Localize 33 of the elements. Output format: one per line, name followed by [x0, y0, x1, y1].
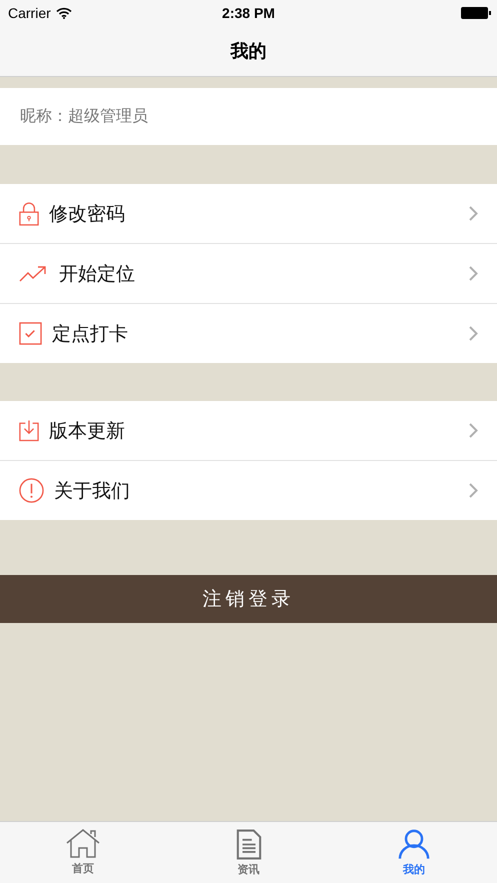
exclamation-icon: [19, 478, 44, 503]
tab-item[interactable]: 我的: [331, 822, 497, 883]
home-icon: [66, 829, 100, 859]
chevron-icon: [469, 266, 478, 281]
chevron-icon: [469, 423, 478, 438]
menu-row[interactable]: 修改密码: [0, 184, 497, 243]
menu-row[interactable]: 定点打卡: [0, 303, 497, 363]
battery-icon: [461, 6, 491, 18]
status-time: 2:38 PM: [221, 4, 276, 20]
download-icon: [19, 419, 39, 442]
chevron-icon: [469, 483, 478, 498]
menu-row[interactable]: 开始定位: [0, 243, 497, 303]
menu-label: 开始定位: [59, 262, 135, 286]
logout-button[interactable]: 注销登录: [0, 575, 497, 623]
carrier-name: Carrier: [8, 4, 51, 20]
menu-label: 版本更新: [49, 420, 125, 444]
nickname-text: 昵称：超级管理员: [20, 107, 148, 127]
tab-item[interactable]: 资讯: [166, 822, 332, 883]
menu-row[interactable]: 关于我们: [0, 460, 497, 520]
chevron-icon: [469, 206, 478, 221]
user-icon: [398, 828, 430, 860]
menu-label: 定点打卡: [52, 322, 128, 346]
lock-icon: [19, 202, 39, 226]
page-title: 我的: [230, 40, 266, 62]
chevron-icon: [469, 326, 478, 341]
menu-row[interactable]: 版本更新: [0, 401, 497, 460]
document-icon: [236, 828, 262, 860]
tab-item[interactable]: 首页: [0, 822, 166, 883]
checkbox-icon: [19, 322, 42, 345]
wifi-icon: [56, 6, 72, 18]
trend-arrow-icon: [19, 266, 47, 282]
menu-label: 关于我们: [54, 480, 130, 504]
menu-label: 修改密码: [49, 202, 125, 226]
